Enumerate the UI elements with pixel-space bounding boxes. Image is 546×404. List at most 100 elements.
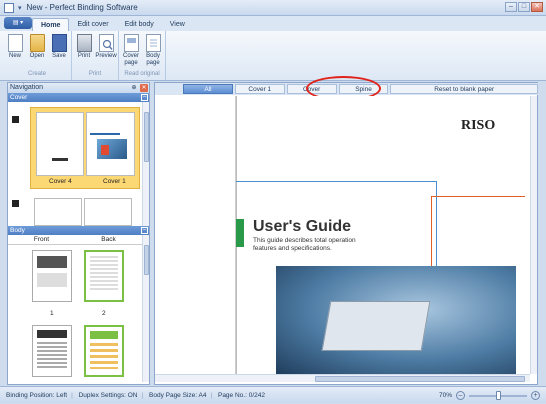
body-section-label: Body (10, 227, 25, 234)
close-pane-icon[interactable]: ✕ (140, 84, 148, 92)
zoom-slider-knob[interactable] (495, 390, 501, 400)
open-button[interactable]: Open (27, 33, 47, 71)
navigation-pane: Navigation ⊕ ✕ Cover – Cover 4 Cover 1 B… (7, 82, 150, 385)
group-label-read-original: Read original (124, 71, 160, 77)
scrollbar-thumb[interactable] (144, 112, 149, 162)
minimize-button[interactable]: – (505, 2, 517, 12)
tab-view[interactable]: View (162, 18, 193, 31)
zoom-slider[interactable] (469, 390, 527, 400)
cover-4-label: Cover 4 (49, 178, 72, 185)
collapse-icon[interactable]: – (141, 227, 148, 234)
document-heading: User's Guide (253, 218, 352, 235)
cover-1-thumbnail[interactable] (86, 112, 135, 176)
tab-cover-1[interactable]: Cover 1 (234, 84, 285, 94)
ribbon-group-create: New Open Save Create (3, 31, 72, 80)
application-menu-button[interactable]: ▤ ▾ (4, 17, 32, 29)
body-page-button-label: Body page (146, 53, 160, 66)
tab-edit-cover[interactable]: Edit cover (69, 18, 116, 31)
title-bar: ▾ New - Perfect Binding Software – □ ✕ (0, 0, 546, 16)
zoom-out-icon[interactable]: – (456, 391, 465, 400)
group-label-create: Create (27, 71, 46, 77)
window-title: New - Perfect Binding Software (26, 3, 138, 12)
body-scrollbar[interactable] (142, 235, 149, 382)
print-button-label: Print (77, 53, 91, 59)
cover-thumbnail[interactable] (84, 198, 132, 226)
cover-page-icon (123, 34, 139, 52)
body-section-header[interactable]: Body – (8, 226, 149, 235)
preview-button-label: Preview (95, 53, 117, 59)
ribbon-group-print: Print Preview Print (72, 31, 119, 80)
group-label-print: Print (88, 71, 102, 77)
body-page-size-status: Body Page Size: A4 (149, 392, 207, 399)
save-button-label: Save (52, 53, 66, 59)
workspace-vertical-scrollbar[interactable] (530, 96, 537, 374)
cover-1-label: Cover 1 (103, 178, 126, 185)
scrollbar-thumb[interactable] (315, 376, 525, 382)
app-icon[interactable] (4, 2, 14, 13)
ribbon: New Open Save Create Print Preview Print (0, 31, 546, 81)
body-page-icon (145, 34, 161, 52)
tab-edit-body[interactable]: Edit body (117, 18, 162, 31)
page-number-status: Page No.: 0/242 (217, 392, 265, 399)
tab-home[interactable]: Home (32, 18, 70, 31)
cover-thumbnails: Cover 4 Cover 1 (8, 102, 149, 226)
body-page-thumbnail[interactable] (84, 250, 124, 302)
print-preview-icon (98, 34, 114, 52)
zoom-in-icon[interactable]: + (531, 391, 540, 400)
workspace-horizontal-scrollbar[interactable] (155, 374, 530, 382)
cover-4-thumbnail[interactable] (36, 112, 84, 176)
cover-page-button-label: Cover page (122, 53, 139, 66)
cover-page-button[interactable]: Cover page (121, 33, 141, 71)
front-header: Front (33, 236, 50, 243)
printer-icon (76, 34, 92, 52)
close-button[interactable]: ✕ (531, 2, 543, 12)
body-page-button[interactable]: Body page (143, 33, 163, 71)
layout-view-tabs: All Cover 1 Cover Spine Reset to blank p… (155, 76, 538, 101)
cover-spread-marker-icon (12, 200, 19, 207)
collapse-icon[interactable]: – (141, 94, 148, 101)
printer-image (321, 301, 431, 351)
status-bar: Binding Position: Left | Duplex Settings:… (0, 386, 546, 403)
navigation-header: Navigation ⊕ ✕ (8, 83, 149, 93)
document-subtitle: This guide describes total operation fea… (253, 237, 356, 252)
zoom-control: 70% – + (439, 387, 540, 404)
cover-section-label: Cover (10, 94, 28, 101)
new-button-label: New (8, 53, 21, 59)
cover-section-header[interactable]: Cover – (8, 93, 149, 102)
body-page-thumbnail[interactable] (32, 325, 72, 377)
body-thumbnails: Front Back 1 2 (8, 235, 149, 382)
binding-position-status: Binding Position: Left (6, 392, 68, 399)
ribbon-group-read-original: Cover page Body page Read original (119, 31, 166, 80)
zoom-level: 70% (438, 392, 452, 399)
duplex-settings-status: Duplex Settings: ON (78, 392, 138, 399)
body-page-thumbnail[interactable] (84, 325, 124, 377)
scrollbar-thumb[interactable] (144, 245, 149, 275)
pin-icon[interactable]: ⊕ (130, 84, 138, 92)
open-button-label: Open (29, 53, 45, 59)
back-header: Back (101, 236, 116, 243)
cover-spread-thumbnail[interactable]: Cover 4 Cover 1 (30, 107, 140, 189)
body-column-headers: Front Back (8, 235, 142, 245)
maximize-button[interactable]: □ (518, 2, 530, 12)
preview-button[interactable]: Preview (95, 33, 117, 71)
print-button[interactable]: Print (74, 33, 94, 71)
page-number: 2 (102, 310, 106, 317)
open-folder-icon (29, 34, 45, 52)
navigation-title: Navigation (10, 84, 44, 91)
new-button[interactable]: New (5, 33, 25, 71)
tab-all[interactable]: All (183, 84, 233, 94)
save-button[interactable]: Save (49, 33, 69, 71)
document-workspace: All Cover 1 Cover Spine Reset to blank p… (154, 76, 538, 385)
save-disk-icon (51, 34, 67, 52)
brand-logo: RISO (461, 118, 496, 133)
page-number: 1 (50, 310, 54, 317)
cover-page-canvas[interactable]: RISO User's Guide This guide describes t… (235, 96, 525, 374)
cover-thumbnail[interactable] (34, 198, 82, 226)
ribbon-tab-row: ▤ ▾ Home Edit cover Edit body View (0, 16, 546, 31)
body-page-thumbnail[interactable] (32, 250, 72, 302)
reset-to-blank-paper-button[interactable]: Reset to blank paper (390, 84, 538, 94)
quick-access-dropdown-icon[interactable]: ▾ (18, 4, 22, 12)
cover-scrollbar[interactable] (142, 102, 149, 226)
cover-spread-marker-icon (12, 116, 19, 123)
new-document-icon (7, 34, 23, 52)
